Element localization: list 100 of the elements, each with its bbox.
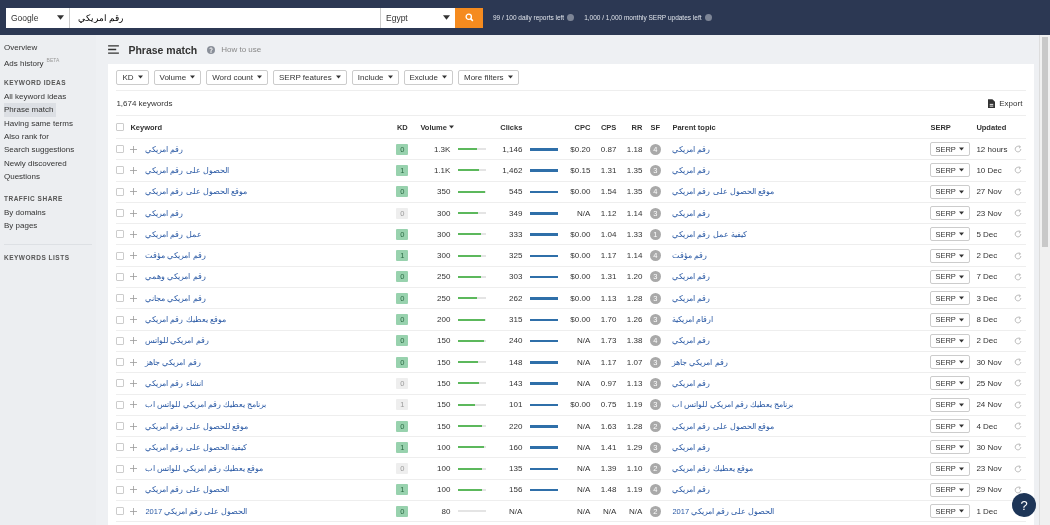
refresh-icon[interactable] bbox=[1014, 230, 1023, 239]
refresh-icon[interactable] bbox=[1014, 336, 1023, 345]
clicks-bar bbox=[530, 361, 559, 364]
table-cell-text: 303 bbox=[508, 272, 524, 282]
checkbox[interactable] bbox=[116, 485, 125, 494]
country-select[interactable]: Egypt bbox=[380, 7, 455, 28]
export-link[interactable]: Export bbox=[999, 98, 1023, 108]
volume-bar bbox=[458, 169, 487, 172]
refresh-icon[interactable] bbox=[1014, 272, 1023, 281]
refresh-icon[interactable] bbox=[1014, 145, 1023, 154]
table-cell-text: 2 Dec bbox=[976, 336, 999, 346]
table-cell-text: 250 bbox=[436, 272, 452, 282]
plus-icon[interactable] bbox=[130, 507, 138, 515]
search-field[interactable]: رقم امريكي bbox=[70, 7, 380, 28]
sidebar-item[interactable]: By domains bbox=[4, 205, 49, 219]
checkbox[interactable] bbox=[116, 251, 125, 260]
clicks-bar bbox=[530, 382, 559, 385]
table-cell-text: 1.48 bbox=[599, 485, 618, 495]
refresh-icon[interactable] bbox=[1014, 358, 1023, 367]
refresh-icon[interactable] bbox=[1014, 166, 1023, 175]
sidebar-item[interactable]: Ads history $^{BETA}$ bbox=[4, 54, 63, 68]
plus-icon[interactable] bbox=[130, 316, 138, 323]
checkbox[interactable] bbox=[116, 145, 125, 154]
table-cell-text: 156 bbox=[508, 485, 524, 495]
checkbox[interactable] bbox=[116, 422, 125, 430]
sidebar-item[interactable]: Overview bbox=[4, 41, 41, 55]
plus-icon[interactable] bbox=[130, 166, 138, 174]
plus-icon[interactable] bbox=[130, 358, 138, 366]
caret-icon bbox=[958, 487, 964, 492]
sidebar-item[interactable]: By pages bbox=[4, 218, 41, 233]
engine-select[interactable]: Google bbox=[6, 7, 70, 28]
plus-icon[interactable] bbox=[130, 379, 138, 387]
refresh-icon[interactable] bbox=[1014, 464, 1023, 473]
refresh-icon[interactable] bbox=[1014, 379, 1023, 388]
refresh-icon[interactable] bbox=[1014, 485, 1023, 494]
plus-icon[interactable] bbox=[130, 294, 138, 302]
checkbox[interactable] bbox=[116, 294, 125, 303]
refresh-icon[interactable] bbox=[1014, 187, 1023, 196]
table-cell-text: 1.31 bbox=[599, 165, 618, 175]
filter-button[interactable]: Exclude bbox=[403, 69, 453, 85]
plus-icon[interactable] bbox=[130, 422, 138, 430]
plus-icon[interactable] bbox=[130, 486, 138, 494]
filter-button[interactable]: Word count bbox=[206, 69, 268, 85]
sidebar-item[interactable]: Phrase match bbox=[4, 103, 57, 117]
sidebar-item[interactable]: Questions bbox=[4, 170, 44, 184]
plus-icon[interactable] bbox=[130, 145, 138, 153]
filter-button[interactable]: Volume bbox=[153, 69, 202, 85]
sidebar-item[interactable]: Search suggestions bbox=[4, 143, 78, 157]
checkbox[interactable] bbox=[116, 400, 125, 409]
checkbox[interactable] bbox=[116, 187, 125, 196]
plus-icon[interactable] bbox=[130, 401, 138, 409]
help-icon bbox=[207, 45, 216, 54]
table-cell-text: N/A bbox=[602, 506, 618, 516]
checkbox[interactable] bbox=[116, 209, 125, 218]
checkbox[interactable] bbox=[116, 230, 125, 239]
filter-button[interactable]: Include bbox=[351, 69, 399, 85]
table-cell-text: $0.00 bbox=[569, 272, 592, 282]
refresh-icon[interactable] bbox=[1014, 294, 1023, 303]
volume-bar bbox=[458, 233, 487, 236]
checkbox[interactable] bbox=[116, 464, 125, 473]
plus-icon[interactable] bbox=[130, 209, 138, 217]
refresh-icon[interactable] bbox=[1014, 443, 1023, 452]
checkbox[interactable] bbox=[116, 507, 125, 516]
table-cell-text: 150 bbox=[436, 336, 452, 346]
checkbox[interactable] bbox=[116, 166, 125, 175]
refresh-icon[interactable] bbox=[1014, 400, 1023, 409]
plus-icon[interactable] bbox=[130, 252, 138, 260]
refresh-icon[interactable] bbox=[1014, 422, 1023, 430]
table-cell-text: 240 bbox=[508, 336, 524, 346]
filter-button[interactable]: More filters bbox=[458, 69, 519, 85]
plus-icon[interactable] bbox=[130, 273, 138, 281]
sidebar-item[interactable]: Also rank for bbox=[4, 129, 52, 144]
table-cell-text: 1.14 bbox=[625, 251, 644, 261]
plus-icon[interactable] bbox=[130, 230, 138, 238]
sidebar-item[interactable]: Having same terms bbox=[4, 116, 76, 130]
menu-icon[interactable] bbox=[108, 45, 120, 54]
table-cell-text: 1.39 bbox=[599, 464, 618, 474]
table-cell-text: $0.00 bbox=[569, 315, 592, 324]
sidebar-item[interactable]: All keyword ideas bbox=[4, 89, 70, 104]
plus-icon[interactable] bbox=[130, 465, 138, 473]
checkbox[interactable] bbox=[116, 315, 125, 324]
refresh-icon[interactable] bbox=[1014, 209, 1023, 218]
sort-caret-icon bbox=[448, 125, 454, 129]
refresh-icon[interactable] bbox=[1014, 251, 1023, 260]
filter-button[interactable]: KD bbox=[116, 69, 149, 85]
scrollbar[interactable] bbox=[1039, 35, 1050, 525]
checkbox[interactable] bbox=[116, 336, 125, 345]
plus-icon[interactable] bbox=[130, 443, 138, 451]
checkbox[interactable] bbox=[116, 379, 125, 388]
checkbox[interactable] bbox=[116, 123, 125, 131]
checkbox[interactable] bbox=[116, 358, 125, 367]
filter-button[interactable]: SERP features bbox=[272, 69, 347, 85]
plus-icon[interactable] bbox=[130, 188, 138, 196]
refresh-icon[interactable] bbox=[1014, 315, 1023, 324]
checkbox[interactable] bbox=[116, 443, 125, 452]
search-button[interactable] bbox=[455, 7, 483, 28]
clicks-bar bbox=[530, 488, 559, 491]
plus-icon[interactable] bbox=[130, 337, 138, 345]
sidebar-item[interactable]: Newly discovered bbox=[4, 156, 70, 171]
checkbox[interactable] bbox=[116, 272, 125, 281]
